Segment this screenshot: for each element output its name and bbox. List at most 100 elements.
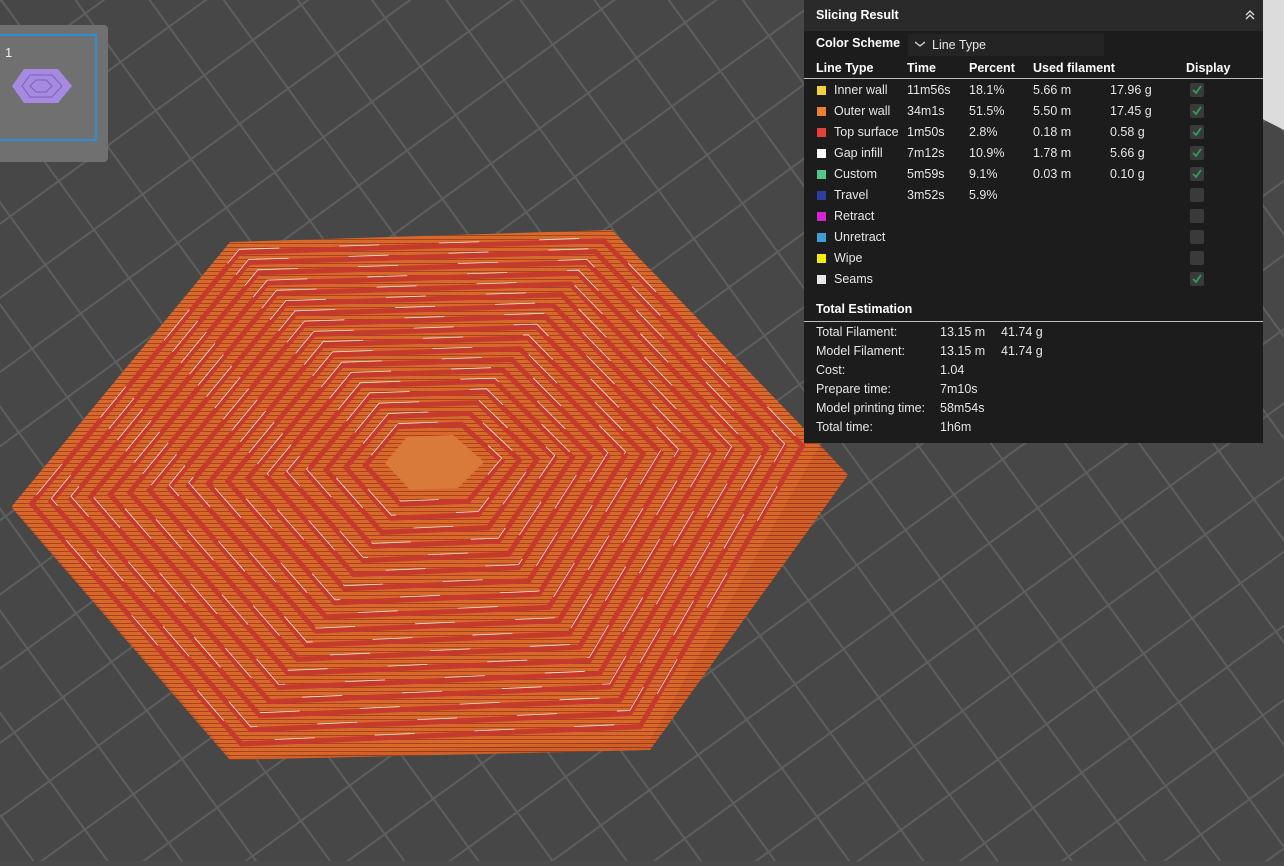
chevron-down-icon [914,41,926,47]
total-row: Model Filament: 13.15 m 41.74 g [804,344,1263,363]
color-swatch [817,254,826,263]
used-length: 0.18 m [1033,125,1072,139]
display-checkbox[interactable] [1190,167,1204,181]
line-percent: 18.1% [969,83,1005,97]
total-value: 7m10s [940,382,978,396]
display-checkbox[interactable] [1190,125,1204,139]
line-type-name: Inner wall [834,83,888,97]
line-time: 34m1s [907,104,945,118]
slicing-result-panel: Slicing Result Color Scheme Line Type Li… [804,0,1263,443]
header-time: Time [907,61,936,75]
line-type-name: Custom [834,167,878,181]
table-row: Inner wall 11m56s 18.1% 5.66 m 17.96 g [804,80,1263,101]
color-swatch [817,212,826,221]
color-swatch [817,107,826,116]
color-scheme-dropdown[interactable]: Line Type [908,34,1104,56]
line-percent: 9.1% [969,167,998,181]
table-row: Seams [804,269,1263,290]
color-swatch [817,149,826,158]
total-label: Cost: [816,363,846,377]
used-weight: 17.96 g [1110,83,1152,97]
table-row: Top surface 1m50s 2.8% 0.18 m 0.58 g [804,122,1263,143]
table-row: Outer wall 34m1s 51.5% 5.50 m 17.45 g [804,101,1263,122]
color-swatch [817,275,826,284]
header-line-type: Line Type [816,61,874,75]
check-icon [1192,127,1202,137]
plate-number: 1 [5,45,13,60]
table-row: Travel 3m52s 5.9% [804,185,1263,206]
total-value: 58m54s [940,401,985,415]
line-time: 1m50s [907,125,945,139]
total-value: 13.15 m [940,344,986,358]
total-extra: 41.74 g [1001,325,1043,339]
panel-title: Slicing Result [816,8,899,22]
plate-thumbnail[interactable]: 1 [0,25,108,162]
line-type-name: Outer wall [834,104,891,118]
color-swatch [817,128,826,137]
line-type-name: Travel [834,188,869,202]
display-checkbox[interactable] [1190,209,1204,223]
display-checkbox[interactable] [1190,251,1204,265]
line-type-name: Gap infill [834,146,883,160]
line-type-name: Retract [834,209,875,223]
line-type-name: Wipe [834,251,863,265]
used-length: 5.66 m [1033,83,1072,97]
check-icon [1192,106,1202,116]
line-percent: 51.5% [969,104,1005,118]
color-swatch [817,86,826,95]
line-type-name: Unretract [834,230,886,244]
color-scheme-label: Color Scheme [816,36,901,50]
plate-preview-icon [12,69,72,103]
total-row: Model printing time: 58m54s [804,401,1263,420]
display-checkbox[interactable] [1190,104,1204,118]
line-percent: 10.9% [969,146,1005,160]
total-label: Prepare time: [816,382,892,396]
panel-header[interactable]: Slicing Result [804,0,1263,31]
total-divider [804,321,1263,322]
check-icon [1192,274,1202,284]
line-percent: 5.9% [969,188,998,202]
color-swatch [817,233,826,242]
total-row: Cost: 1.04 [804,363,1263,382]
table-row: Unretract [804,227,1263,248]
line-time: 5m59s [907,167,945,181]
display-checkbox[interactable] [1190,272,1204,286]
total-row: Prepare time: 7m10s [804,382,1263,401]
color-swatch [817,191,826,200]
line-time: 11m56s [907,83,951,97]
display-checkbox[interactable] [1190,230,1204,244]
total-value: 1h6m [940,420,972,434]
table-row: Custom 5m59s 9.1% 0.03 m 0.10 g [804,164,1263,185]
display-checkbox[interactable] [1190,146,1204,160]
total-row: Total time: 1h6m [804,420,1263,439]
total-estimation-title: Total Estimation [816,302,913,316]
table-row: Wipe [804,248,1263,269]
line-type-name: Seams [834,272,873,286]
collapse-icon[interactable] [1244,9,1256,21]
check-icon [1192,85,1202,95]
header-divider [804,78,1263,79]
color-scheme-value: Line Type [932,38,986,52]
total-label: Total Filament: [816,325,898,339]
used-length: 0.03 m [1033,167,1072,181]
used-weight: 0.10 g [1110,167,1145,181]
total-row: Total Filament: 13.15 m 41.74 g [804,325,1263,344]
used-weight: 5.66 g [1110,146,1145,160]
check-icon [1192,169,1202,179]
total-extra: 41.74 g [1001,344,1043,358]
header-used-filament: Used filament [1033,61,1115,75]
display-checkbox[interactable] [1190,188,1204,202]
total-value: 13.15 m [940,325,986,339]
header-display: Display [1186,61,1231,75]
used-weight: 17.45 g [1110,104,1152,118]
used-weight: 0.58 g [1110,125,1145,139]
display-checkbox[interactable] [1190,83,1204,97]
line-time: 7m12s [907,146,945,160]
total-label: Model printing time: [816,401,926,415]
line-type-name: Top surface [834,125,899,139]
total-label: Total time: [816,420,873,434]
line-percent: 2.8% [969,125,998,139]
check-icon [1192,148,1202,158]
line-time: 3m52s [907,188,945,202]
table-row: Gap infill 7m12s 10.9% 1.78 m 5.66 g [804,143,1263,164]
